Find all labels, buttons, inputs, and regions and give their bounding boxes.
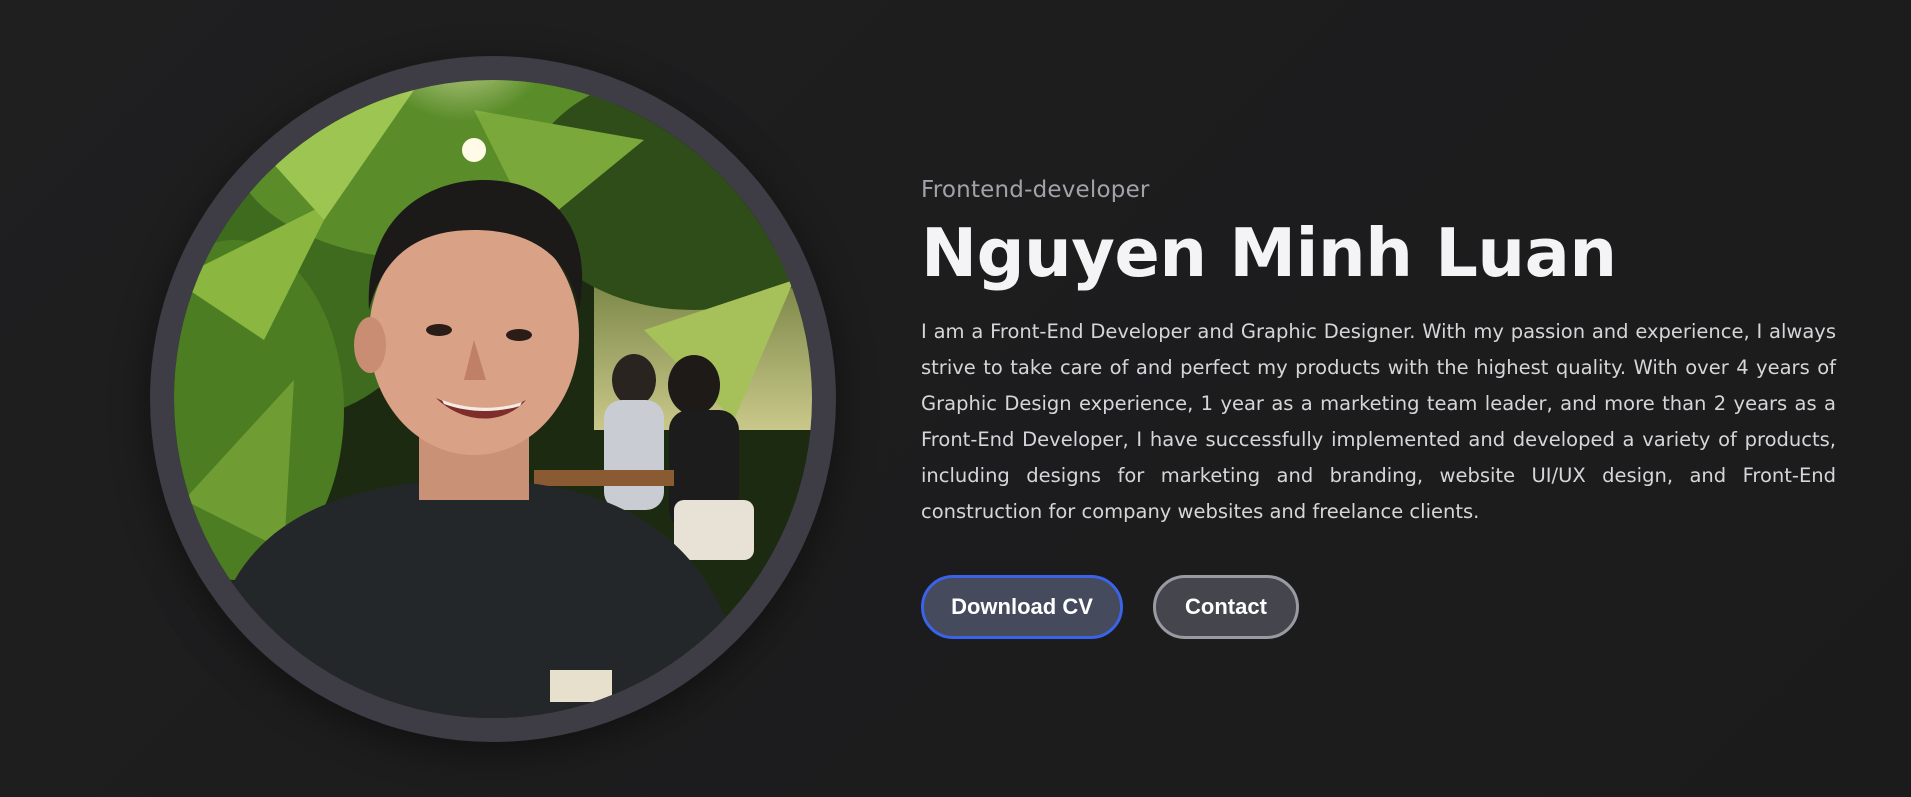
profile-photo	[174, 80, 812, 718]
download-cv-button[interactable]: Download CV	[921, 575, 1123, 639]
page-title: Nguyen Minh Luan	[921, 214, 1617, 292]
bio-paragraph: I am a Front-End Developer and Graphic D…	[921, 320, 1836, 523]
avatar	[174, 80, 812, 718]
cta-group: Download CV Contact	[921, 575, 1836, 639]
hero-section: Frontend-developer Nguyen Minh Luan I am…	[0, 0, 1911, 797]
intro-content: Frontend-developer Nguyen Minh Luan I am…	[921, 170, 1836, 639]
avatar-frame	[150, 56, 836, 742]
contact-button[interactable]: Contact	[1153, 575, 1299, 639]
job-title: Frontend-developer	[921, 177, 1150, 203]
